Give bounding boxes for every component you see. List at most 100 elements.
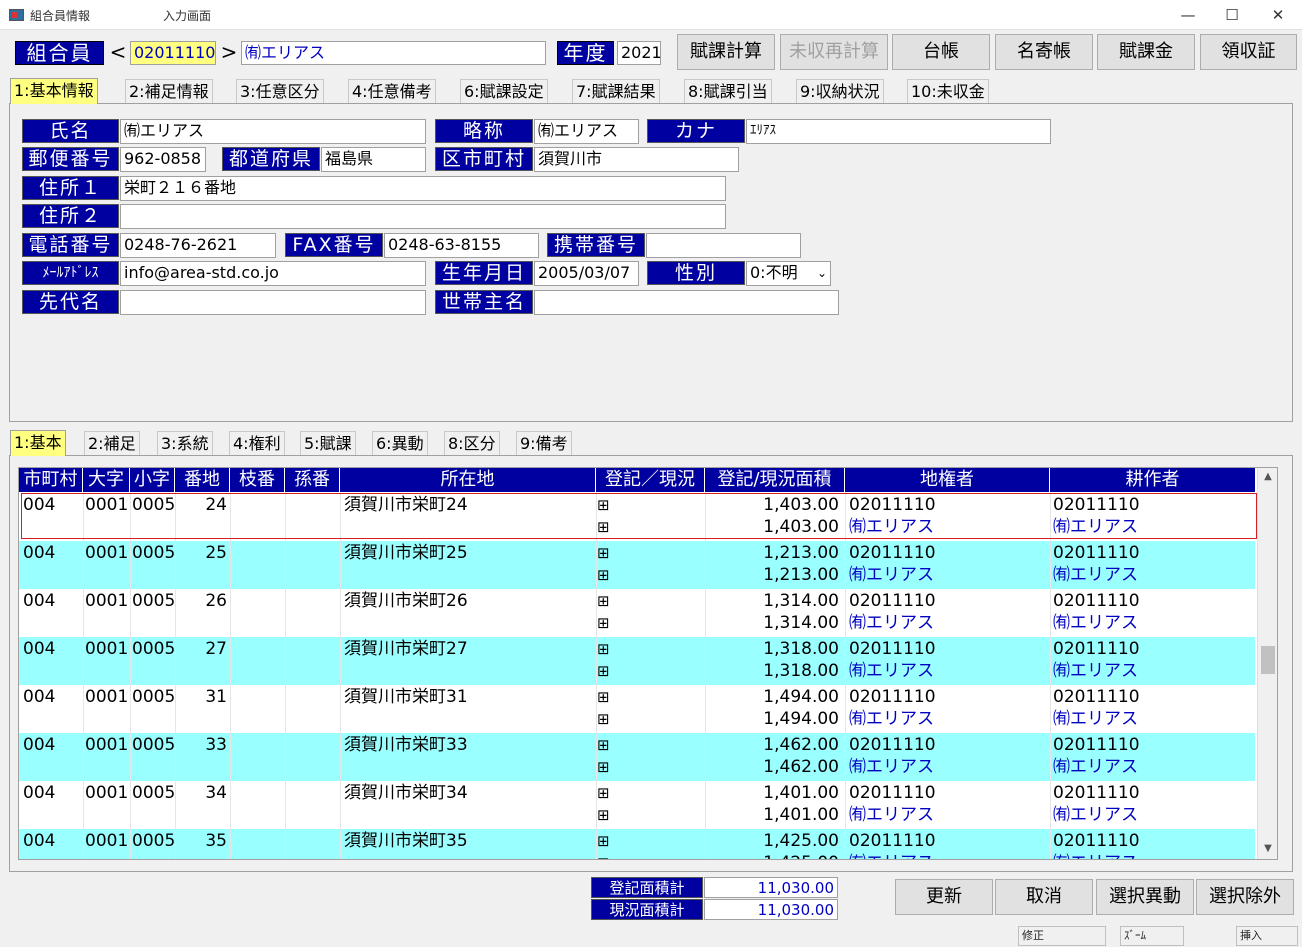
cell-owner-name: ㈲エリアス <box>849 517 934 537</box>
col-city[interactable]: 市町村 <box>19 468 83 492</box>
expand-icon[interactable]: ⊞ <box>597 564 610 586</box>
prev-member-button[interactable]: < <box>107 40 129 64</box>
tel-field[interactable]: 0248-76-2621 <box>120 233 276 258</box>
cell-owner-name: ㈲エリアス <box>849 757 934 777</box>
col-edaban[interactable]: 枝番 <box>230 468 285 492</box>
levy-amount-button[interactable]: 賦課金 <box>1097 34 1195 70</box>
cell-tenant-code: 02011110 <box>1053 687 1140 707</box>
birthdate-field[interactable]: 2005/03/07 <box>534 261 639 286</box>
grid-divider <box>230 492 231 859</box>
tab-optional-category[interactable]: 3:任意区分 <box>236 79 324 103</box>
col-reg-status[interactable]: 登記／現況 <box>596 468 705 492</box>
tab-sub-basic[interactable]: 1:基本 <box>10 430 66 456</box>
expand-icon[interactable]: ⊞ <box>597 830 610 852</box>
city-field[interactable]: 須賀川市 <box>534 147 739 172</box>
mobile-field[interactable] <box>646 233 801 258</box>
tab-supplement-info[interactable]: 2:補足情報 <box>125 79 213 103</box>
expand-icon[interactable]: ⊞ <box>597 612 610 634</box>
email-label: ﾒｰﾙｱﾄﾞﾚｽ <box>22 261 119 285</box>
expand-icon[interactable]: ⊞ <box>597 590 610 612</box>
col-magoban[interactable]: 孫番 <box>285 468 340 492</box>
zip-field[interactable]: 962-0858 <box>120 147 206 172</box>
receipt-button[interactable]: 領収証 <box>1200 34 1297 70</box>
selected-exclude-button[interactable]: 選択除外 <box>1196 879 1294 915</box>
short-name-field[interactable]: ㈲エリアス <box>534 119 639 144</box>
table-row[interactable]: 004 0001 0005 31 須賀川市栄町31 1,494.00 1,494.00 020… <box>19 685 1255 733</box>
selected-change-button[interactable]: 選択異動 <box>1096 879 1194 915</box>
cell-banchi: 25 <box>205 543 227 563</box>
col-location[interactable]: 所在地 <box>340 468 596 492</box>
prefecture-field[interactable]: 福島県 <box>321 147 426 172</box>
expand-icon[interactable]: ⊞ <box>597 852 610 859</box>
expand-icon[interactable]: ⊞ <box>597 782 610 804</box>
tab-sub-levy[interactable]: 5:賦課 <box>300 431 356 455</box>
scroll-thumb[interactable] <box>1261 646 1275 674</box>
kana-field[interactable]: ｴﾘｱｽ <box>746 119 1051 144</box>
table-row[interactable]: 004 0001 0005 24 須賀川市栄町24 1,403.00 1,403.00 020… <box>19 493 1255 541</box>
minimize-icon[interactable]: — <box>1168 3 1208 27</box>
calc-levy-button[interactable]: 賦課計算 <box>677 34 775 70</box>
name-field[interactable]: ㈲エリアス <box>120 119 426 144</box>
expand-icon[interactable]: ⊞ <box>597 494 610 516</box>
tab-levy-allocation[interactable]: 8:賦課引当 <box>684 79 772 103</box>
expand-icon[interactable]: ⊞ <box>597 708 610 730</box>
cell-tenant-code: 02011110 <box>1053 639 1140 659</box>
table-row[interactable]: 004 0001 0005 26 須賀川市栄町26 1,314.00 1,314.00 020… <box>19 589 1255 637</box>
expand-icon[interactable]: ⊞ <box>597 542 610 564</box>
table-row[interactable]: 004 0001 0005 33 須賀川市栄町33 1,462.00 1,462.00 020… <box>19 733 1255 781</box>
fax-field[interactable]: 0248-63-8155 <box>384 233 539 258</box>
tab-sub-category[interactable]: 8:区分 <box>444 431 500 455</box>
tab-levy-result[interactable]: 7:賦課結果 <box>572 79 660 103</box>
cell-cur-area: 1,401.00 <box>763 805 839 825</box>
recalc-unpaid-button[interactable]: 未収再計算 <box>780 34 888 70</box>
expand-icon[interactable]: ⊞ <box>597 686 610 708</box>
tab-optional-note[interactable]: 4:任意備考 <box>348 79 436 103</box>
expand-icon[interactable]: ⊞ <box>597 804 610 826</box>
col-tenant[interactable]: 耕作者 <box>1050 468 1255 492</box>
year-field[interactable]: 2021 <box>617 41 661 65</box>
scroll-down-icon[interactable]: ▼ <box>1258 840 1277 858</box>
expand-icon[interactable]: ⊞ <box>597 660 610 682</box>
tab-unpaid[interactable]: 10:未収金 <box>907 79 989 103</box>
maximize-icon[interactable]: ☐ <box>1212 3 1252 27</box>
predecessor-field[interactable] <box>120 290 426 315</box>
member-code-field[interactable]: 02011110 <box>130 41 216 65</box>
col-area[interactable]: 登記/現況面積 <box>705 468 845 492</box>
prefecture-label: 都道府県 <box>222 147 320 171</box>
tab-levy-settings[interactable]: 6:賦課設定 <box>460 79 548 103</box>
next-member-button[interactable]: > <box>218 40 240 64</box>
tab-sub-notes[interactable]: 9:備考 <box>516 431 572 455</box>
col-oaza[interactable]: 大字 <box>83 468 130 492</box>
expand-icon[interactable]: ⊞ <box>597 756 610 778</box>
ledger-button[interactable]: 台帳 <box>892 34 990 70</box>
col-banchi[interactable]: 番地 <box>175 468 230 492</box>
update-button[interactable]: 更新 <box>895 879 993 915</box>
tab-payment-status[interactable]: 9:収納状況 <box>796 79 884 103</box>
col-koaza[interactable]: 小字 <box>130 468 175 492</box>
tab-basic-info[interactable]: 1:基本情報 <box>10 78 98 104</box>
tab-sub-rights[interactable]: 4:権利 <box>229 431 285 455</box>
householder-field[interactable] <box>534 290 839 315</box>
tab-sub-change[interactable]: 6:異動 <box>372 431 428 455</box>
table-row[interactable]: 004 0001 0005 34 須賀川市栄町34 1,401.00 1,401.00 020… <box>19 781 1255 829</box>
expand-icon[interactable]: ⊞ <box>597 516 610 538</box>
cancel-button[interactable]: 取消 <box>995 879 1093 915</box>
table-row[interactable]: 004 0001 0005 25 須賀川市栄町25 1,213.00 1,213.00 020… <box>19 541 1255 589</box>
cell-owner-code: 02011110 <box>849 735 936 755</box>
email-field[interactable]: info@area-std.co.jo <box>120 261 426 286</box>
householder-label: 世帯主名 <box>435 290 533 314</box>
tab-sub-line[interactable]: 3:系統 <box>157 431 213 455</box>
close-icon[interactable]: ✕ <box>1258 3 1298 27</box>
tab-sub-supplement[interactable]: 2:補足 <box>84 431 140 455</box>
scroll-up-icon[interactable]: ▲ <box>1258 468 1277 486</box>
expand-icon[interactable]: ⊞ <box>597 734 610 756</box>
vertical-scrollbar[interactable]: ▲ ▼ <box>1257 468 1277 859</box>
table-row[interactable]: 004 00010005 35 須賀川市栄町35 1,425.001,425.00 020… <box>19 829 1255 859</box>
name-register-button[interactable]: 名寄帳 <box>995 34 1093 70</box>
table-row[interactable]: 004 0001 0005 27 須賀川市栄町27 1,318.00 1,318.00 020… <box>19 637 1255 685</box>
sex-select[interactable]: 0:不明 ⌄ <box>746 261 831 286</box>
expand-icon[interactable]: ⊞ <box>597 638 610 660</box>
col-owner[interactable]: 地権者 <box>845 468 1050 492</box>
address2-field[interactable] <box>120 204 726 229</box>
address1-field[interactable]: 栄町２１６番地 <box>120 176 726 201</box>
